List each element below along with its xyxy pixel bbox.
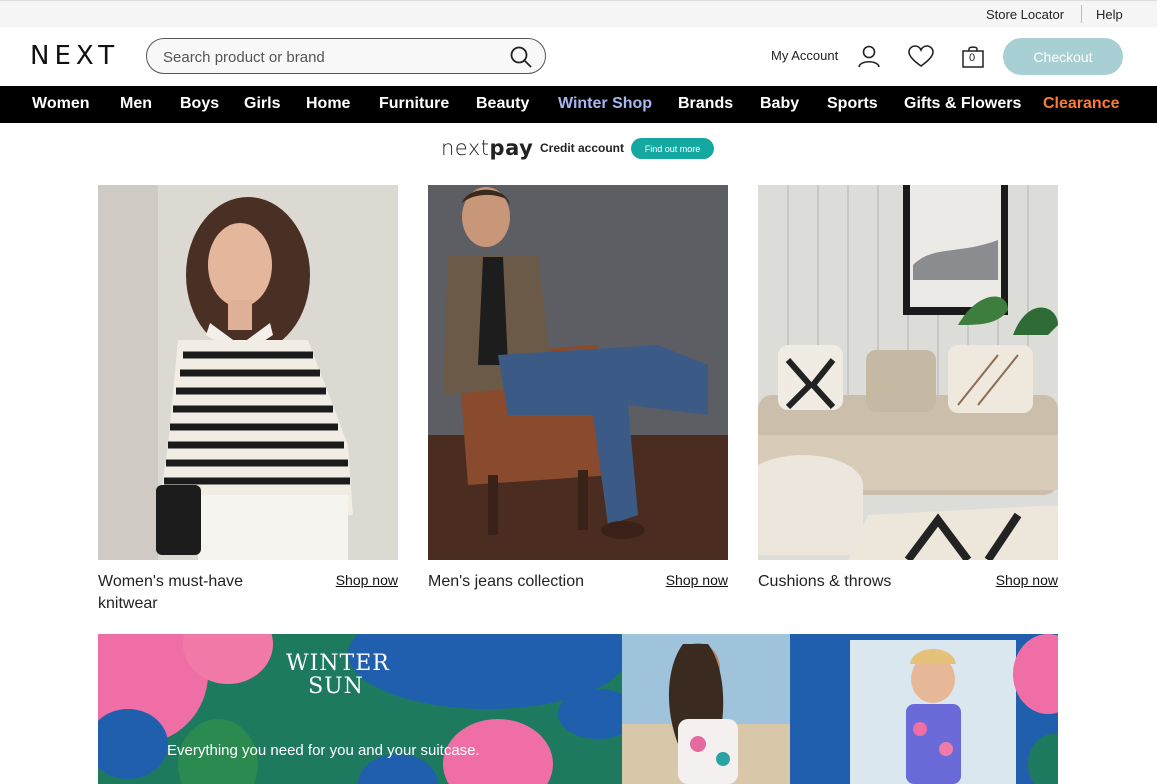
card-title: Men's jeans collection [428, 573, 585, 590]
nav-item-gifts-flowers[interactable]: Gifts & Flowers [904, 95, 1021, 113]
product-card-womens-knitwear[interactable]: Women's must-have knitwear Shop now [98, 185, 398, 612]
utility-bar: Store Locator Help [0, 0, 1157, 27]
nav-item-beauty[interactable]: Beauty [476, 95, 529, 113]
nav-item-baby[interactable]: Baby [760, 95, 799, 113]
site-header: NEXT My Account 0 Checkout [0, 27, 1157, 86]
nav-item-clearance[interactable]: Clearance [1043, 95, 1120, 113]
bag-count: 0 [969, 52, 976, 64]
shop-now-link[interactable]: Shop now [666, 572, 728, 588]
nextpay-logo-next: next [441, 136, 490, 160]
main-nav: Women Men Boys Girls Home Furniture Beau… [0, 86, 1157, 123]
nav-item-furniture[interactable]: Furniture [379, 95, 449, 113]
user-icon[interactable] [858, 45, 880, 68]
heart-icon[interactable] [908, 45, 934, 68]
search-box[interactable] [146, 38, 546, 74]
nav-item-winter-shop[interactable]: Winter Shop [558, 95, 652, 113]
search-input[interactable] [163, 47, 493, 67]
nav-item-brands[interactable]: Brands [678, 95, 733, 113]
product-card-cushions-throws[interactable]: Cushions & throws Shop now [758, 185, 1058, 590]
womens-knitwear-image[interactable] [98, 185, 398, 560]
product-card-mens-jeans[interactable]: Men's jeans collection Shop now [428, 185, 728, 590]
shopping-bag-icon[interactable]: 0 [962, 44, 984, 68]
utility-divider [1081, 5, 1082, 23]
winter-sun-title-line1: WINTER [286, 651, 390, 676]
nav-item-men[interactable]: Men [120, 95, 152, 113]
winter-sun-title-line2: SUN [308, 674, 364, 699]
find-out-more-button[interactable]: Find out more [631, 138, 714, 159]
winter-sun-subtitle: Everything you need for you and your sui… [167, 742, 480, 759]
checkout-button[interactable]: Checkout [1003, 38, 1123, 75]
winter-sun-title: WINTER SUN [286, 651, 390, 699]
card-title: Cushions & throws [758, 573, 892, 590]
shop-now-link[interactable]: Shop now [996, 572, 1058, 588]
search-icon[interactable] [509, 45, 533, 69]
nav-item-sports[interactable]: Sports [827, 95, 878, 113]
my-account-link[interactable]: My Account [771, 48, 838, 63]
cushions-throws-image[interactable] [758, 185, 1058, 560]
shop-now-link[interactable]: Shop now [336, 572, 398, 588]
nextpay-logo-pay: pay [489, 136, 534, 160]
nextpay-logo: nextpay [441, 136, 533, 160]
nav-item-home[interactable]: Home [306, 95, 350, 113]
nav-item-women[interactable]: Women [32, 95, 89, 113]
next-logo[interactable]: NEXT [30, 41, 119, 71]
winter-sun-banner[interactable]: WINTER SUN Everything you need for you a… [98, 634, 1058, 784]
mens-jeans-image[interactable] [428, 185, 728, 560]
credit-account-label: Credit account [540, 141, 625, 155]
nav-item-girls[interactable]: Girls [244, 95, 280, 113]
nav-item-boys[interactable]: Boys [180, 95, 219, 113]
store-locator-link[interactable]: Store Locator [986, 7, 1064, 22]
card-title: Women's must-have knitwear [98, 573, 244, 612]
help-link[interactable]: Help [1096, 7, 1123, 22]
